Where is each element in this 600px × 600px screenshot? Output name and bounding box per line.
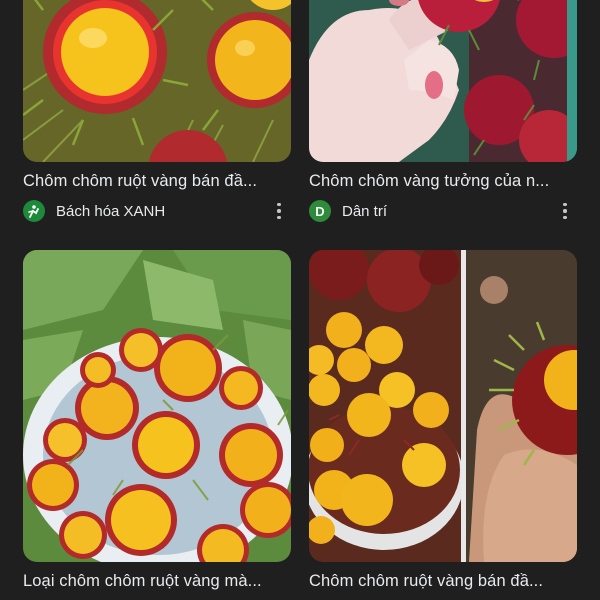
result-source-row[interactable]: Bách hóa XANH bbox=[23, 200, 291, 222]
result-thumbnail[interactable] bbox=[23, 0, 291, 162]
more-options-icon[interactable] bbox=[557, 200, 573, 222]
result-title[interactable]: Chôm chôm ruột vàng bán đầ... bbox=[23, 171, 291, 191]
image-result-card[interactable]: Chôm chôm vàng tưởng của n... D Dân trí bbox=[309, 0, 577, 222]
dan-tri-logo-icon: D bbox=[309, 200, 331, 222]
result-source-name: Bách hóa XANH bbox=[56, 202, 166, 220]
result-title[interactable]: Chôm chôm vàng tưởng của n... bbox=[309, 171, 577, 191]
more-options-icon[interactable] bbox=[271, 200, 287, 222]
bach-hoa-xanh-logo-icon bbox=[23, 200, 45, 222]
dan-tri-logo-letter: D bbox=[315, 203, 325, 219]
result-source-row[interactable]: D Dân trí bbox=[309, 200, 577, 222]
result-title[interactable]: Loại chôm chôm ruột vàng mà... bbox=[23, 571, 291, 591]
result-thumbnail[interactable] bbox=[309, 250, 577, 562]
image-result-card[interactable]: Loại chôm chôm ruột vàng mà... bbox=[23, 250, 291, 591]
result-thumbnail[interactable] bbox=[23, 250, 291, 562]
result-title[interactable]: Chôm chôm ruột vàng bán đầ... bbox=[309, 571, 577, 591]
image-result-card[interactable]: Chôm chôm ruột vàng bán đầ... bbox=[309, 250, 577, 591]
image-result-card[interactable]: Chôm chôm ruột vàng bán đầ... Bách hóa X… bbox=[23, 0, 291, 222]
result-thumbnail[interactable] bbox=[309, 0, 577, 162]
image-results-grid: Chôm chôm ruột vàng bán đầ... Bách hóa X… bbox=[0, 0, 600, 600]
result-source-name: Dân trí bbox=[342, 202, 388, 220]
